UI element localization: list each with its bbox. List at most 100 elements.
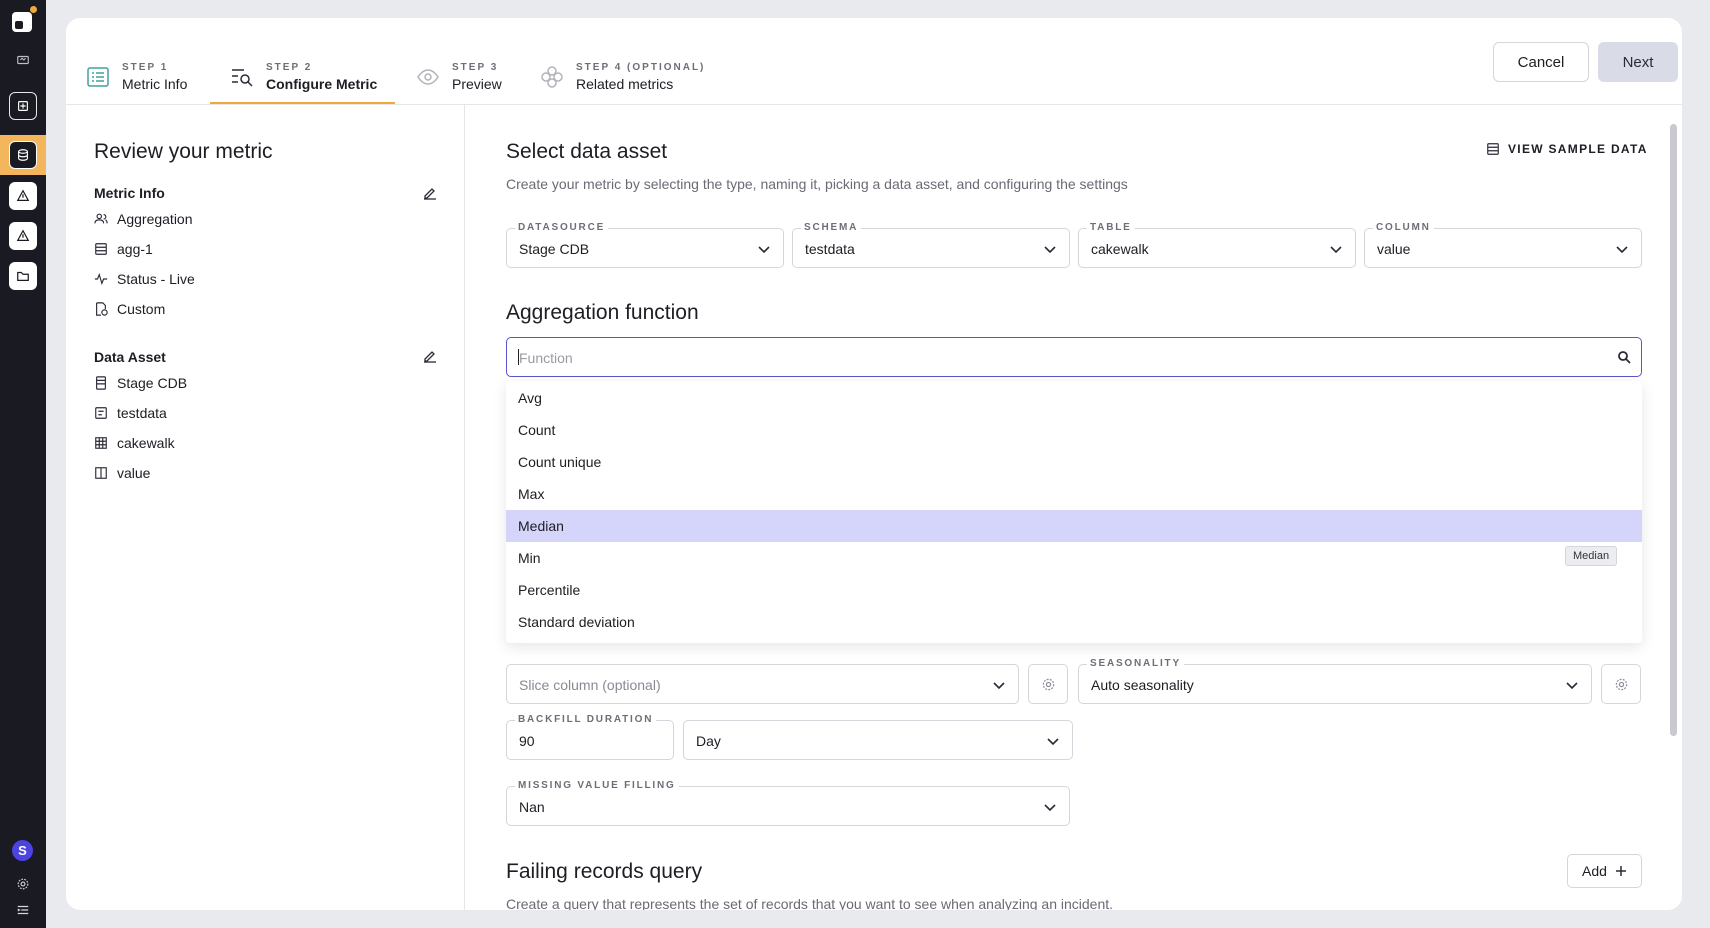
step-name: Related metrics (576, 76, 674, 92)
missing-value-select[interactable]: MISSING VALUE FILLING Nan (506, 780, 1070, 826)
metric-schedule-label: Custom (117, 301, 166, 317)
app-rail: S (0, 0, 46, 928)
search-list-icon (232, 69, 253, 87)
cancel-button[interactable]: Cancel (1493, 42, 1589, 82)
metric-name-label: agg-1 (117, 241, 153, 257)
backfill-unit-select[interactable]: Day (683, 720, 1073, 760)
backfill-field-label: BACKFILL DURATION (515, 714, 657, 725)
seasonality-select[interactable]: SEASONALITY Auto seasonality (1078, 658, 1592, 704)
schema-item: testdata (94, 405, 167, 421)
step-name: Preview (452, 76, 502, 92)
alert-triangle-icon[interactable] (9, 182, 37, 210)
backfill-value: 90 (519, 733, 535, 749)
gear-icon (1042, 678, 1054, 690)
step-name: Configure Metric (266, 76, 378, 92)
datasource-value: Stage CDB (519, 241, 590, 257)
column-value: value (1377, 241, 1411, 257)
select-data-asset-subtitle: Create your metric by selecting the type… (506, 176, 1128, 192)
option-max[interactable]: Max (506, 478, 1642, 510)
aggregation-function-title: Aggregation function (506, 301, 699, 324)
option-standard-deviation[interactable]: Standard deviation (506, 606, 1642, 638)
people-icon (94, 213, 108, 224)
step-related-metrics[interactable]: STEP 4 (OPTIONAL) Related metrics (540, 60, 705, 94)
missing-value: Nan (519, 799, 545, 815)
column-label: value (117, 465, 151, 481)
monitor-icon[interactable] (9, 46, 37, 74)
datasource-select[interactable]: DATASOURCE Stage CDB (506, 222, 784, 268)
app-logo-icon[interactable] (12, 6, 37, 32)
incident-icon[interactable] (9, 92, 37, 120)
option-median[interactable]: Median (506, 510, 1642, 542)
wizard-panel: STEP 1 Metric Info STEP 2 Configure Metric… (66, 18, 1682, 910)
seasonality-field-label: SEASONALITY (1087, 658, 1184, 669)
database-icon[interactable] (9, 141, 37, 169)
backfill-duration-input[interactable]: BACKFILL DURATION 90 (506, 714, 674, 760)
edit-metric-info-icon[interactable] (422, 185, 438, 201)
option-count[interactable]: Count (506, 414, 1642, 446)
next-button[interactable]: Next (1598, 42, 1678, 82)
scrollbar[interactable] (1670, 124, 1677, 736)
seasonality-value: Auto seasonality (1091, 677, 1194, 693)
steps-bar: STEP 1 Metric Info STEP 2 Configure Metric… (66, 18, 1682, 105)
option-count-unique[interactable]: Count unique (506, 446, 1642, 478)
step-preview[interactable]: STEP 3 Preview (416, 60, 502, 94)
datasource-item: Stage CDB (94, 375, 187, 391)
option-percentile[interactable]: Percentile (506, 574, 1642, 606)
schema-value: testdata (805, 241, 855, 257)
table-select[interactable]: TABLE cakewalk (1078, 222, 1356, 268)
schema-select[interactable]: SCHEMA testdata (792, 222, 1070, 268)
column-icon (95, 467, 107, 479)
option-avg[interactable]: Avg (506, 382, 1642, 414)
eye-icon (417, 69, 439, 85)
column-field-label: COLUMN (1373, 222, 1434, 233)
view-sample-label: VIEW SAMPLE DATA (1508, 142, 1648, 156)
function-search-input[interactable]: Function (506, 337, 1642, 377)
table-item: cakewalk (94, 435, 175, 451)
missing-field-label: MISSING VALUE FILLING (515, 780, 679, 791)
pulse-icon (94, 272, 108, 286)
column-select[interactable]: COLUMN value (1364, 222, 1642, 268)
review-title: Review your metric (94, 140, 273, 163)
review-panel: Review your metric Metric Info Aggregati… (66, 105, 465, 910)
select-data-asset-title: Select data asset (506, 140, 668, 163)
median-tooltip: Median (1565, 546, 1618, 566)
seasonality-settings-button[interactable] (1601, 664, 1641, 704)
slice-column-select[interactable]: Slice column (optional) (506, 664, 1019, 704)
chevron-down-icon (758, 246, 770, 254)
metric-name-item: agg-1 (94, 241, 153, 257)
chevron-down-icon (1330, 246, 1342, 254)
step-configure-metric[interactable]: STEP 2 Configure Metric (230, 60, 377, 94)
step-name: Metric Info (122, 76, 188, 92)
collapse-menu-icon[interactable] (9, 896, 37, 924)
table-label: cakewalk (117, 435, 175, 451)
schema-field-label: SCHEMA (801, 222, 862, 233)
function-placeholder: Function (519, 350, 573, 366)
datasource-label: Stage CDB (117, 375, 188, 391)
active-step-underline (210, 102, 395, 104)
network-icon (541, 66, 563, 88)
table-value: cakewalk (1091, 241, 1149, 257)
search-icon (1618, 351, 1631, 364)
data-asset-heading: Data Asset (94, 349, 166, 365)
metric-schedule-item: Custom (94, 301, 165, 317)
step-number: STEP 1 (122, 62, 169, 73)
add-query-button[interactable]: Add (1567, 854, 1642, 888)
folder-icon[interactable] (9, 262, 37, 290)
user-avatar[interactable]: S (12, 840, 33, 861)
grid-icon (95, 437, 107, 449)
edit-data-asset-icon[interactable] (422, 348, 438, 364)
metric-status-item: Status - Live (94, 271, 195, 287)
view-sample-data-button[interactable]: VIEW SAMPLE DATA (1486, 142, 1648, 156)
file-clock-icon (96, 302, 108, 316)
step-metric-info[interactable]: STEP 1 Metric Info (86, 60, 187, 94)
chevron-down-icon (1044, 804, 1056, 812)
table-icon (95, 243, 107, 255)
slice-settings-button[interactable] (1028, 664, 1068, 704)
warning-icon[interactable] (9, 222, 37, 250)
option-min[interactable]: Min (506, 542, 1642, 574)
chevron-down-icon (1616, 246, 1628, 254)
chevron-down-icon (1044, 246, 1056, 254)
table-icon (1487, 143, 1499, 155)
metric-info-heading: Metric Info (94, 185, 165, 201)
settings-icon[interactable] (9, 870, 37, 898)
